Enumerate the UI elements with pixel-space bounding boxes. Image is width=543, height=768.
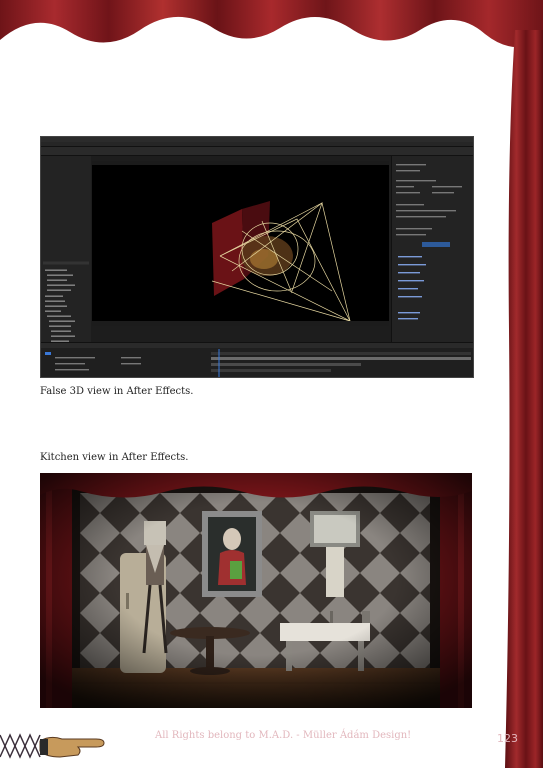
caption-false-3d: False 3D view in After Effects. bbox=[40, 386, 194, 397]
ae-timeline-panel bbox=[41, 342, 473, 377]
after-effects-screenshot bbox=[40, 136, 474, 378]
curtain-top-decoration bbox=[0, 0, 543, 48]
page-number: 123 bbox=[497, 732, 518, 745]
ae-right-panels bbox=[391, 156, 473, 356]
curtain-side-decoration bbox=[505, 30, 543, 768]
ae-composition-viewer bbox=[92, 161, 389, 326]
rights-footer: All Rights belong to M.A.D. - Müller Ádá… bbox=[155, 730, 412, 741]
kitchen-scene-image bbox=[40, 473, 472, 708]
caption-kitchen: Kitchen view in After Effects. bbox=[40, 452, 189, 463]
pointing-hand-icon bbox=[0, 733, 105, 759]
ae-toolbar bbox=[41, 147, 473, 156]
